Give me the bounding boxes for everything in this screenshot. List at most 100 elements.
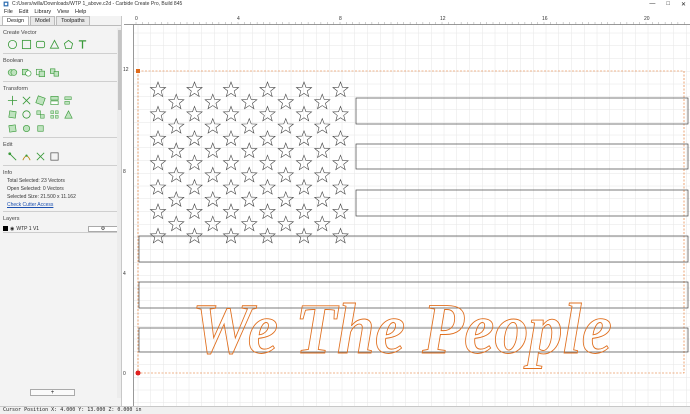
star-field [149,81,349,244]
layer-color-swatch[interactable] [3,226,8,231]
transform-tools-row-2 [0,109,121,120]
offset-icon[interactable] [49,151,60,162]
star-shape [222,227,240,244]
align-icon[interactable] [63,95,74,106]
maximize-button[interactable]: □ [666,1,670,7]
mirror-icon[interactable] [49,95,60,106]
rounded-rect-icon[interactable] [35,39,46,50]
ruler-top: 0 4 8 12 16 20 [124,16,690,25]
intersect-icon[interactable] [35,67,46,78]
star-shape [259,154,276,171]
text-icon[interactable] [77,39,88,50]
menu-help[interactable]: Help [75,9,86,15]
panel-scrollbar-thumb[interactable] [118,30,121,110]
divider [3,137,118,138]
star-shape [240,166,258,183]
rectangle-icon[interactable] [21,39,32,50]
star-shape [204,142,222,159]
check-cutter-access-link[interactable]: Check Cutter Access [0,202,121,208]
star-shape [332,129,349,146]
polyline-icon[interactable] [63,39,74,50]
ruler-top-ticks [135,22,685,25]
transform-tools-row-1 [0,95,121,106]
section-info: Info [3,170,13,176]
origin-marker [135,370,141,376]
panel-tabs: Design Model Toolpaths [0,16,121,26]
divider [3,165,118,166]
star-shape [332,203,349,220]
move-icon[interactable] [7,95,18,106]
ruler-left: 12 8 4 0 [122,25,134,406]
star-shape [240,215,258,232]
star-shape [222,178,240,195]
star-shape [313,93,331,110]
menu-edit[interactable]: Edit [19,9,28,15]
tab-design[interactable]: Design [2,16,30,25]
scissors-icon[interactable] [35,151,46,162]
create-vector-tools [0,39,121,50]
tab-model[interactable]: Model [30,16,56,25]
gear-icon: ⚙ [100,225,106,232]
app-logo-icon [3,1,9,7]
group-icon[interactable] [35,109,46,120]
design-panel: Design Model Toolpaths Create Vector Boo… [0,16,122,406]
window-title: C:/Users/willa/Downloads/WTP 1_above.c2d… [12,1,183,7]
canvas-drawing[interactable]: We The People [134,25,690,406]
star-shape [259,203,276,220]
section-transform: Transform [3,86,28,92]
array-icon[interactable] [49,109,60,120]
node-icon[interactable] [7,123,18,134]
star-shape [204,93,222,110]
menu-file[interactable]: File [4,9,13,15]
circle-icon[interactable] [7,39,18,50]
window-controls: — □ ✕ [649,0,686,8]
info-total-selected: Total Selected: 23 Vectors [7,178,65,184]
ruler-left-label: 4 [123,271,126,277]
section-edit: Edit [3,142,13,148]
star-shape [313,142,331,159]
polygon-icon[interactable] [49,39,60,50]
add-layer-button[interactable]: + [30,389,75,396]
boolean-tools [0,67,121,78]
layer-settings-button[interactable]: ⚙ [88,225,118,232]
weld-icon[interactable] [49,67,60,78]
node-edit-icon[interactable] [7,151,18,162]
menu-library[interactable]: Library [34,9,51,15]
star-shape [222,203,240,220]
star-shape [259,105,276,122]
ruler-top-label: 20 [644,16,650,22]
divider [3,211,118,212]
trim-icon[interactable] [21,151,32,162]
path-icon[interactable] [21,123,32,134]
tab-toolpaths[interactable]: Toolpaths [56,16,90,25]
close-button[interactable]: ✕ [681,1,686,8]
star-shape [240,117,258,134]
star-shape [204,215,222,232]
we-the-people-label: We The People [192,289,612,369]
edit-tools [0,151,121,162]
scale-icon[interactable] [21,95,32,106]
ruler-left-label: 0 [123,371,126,377]
eye-icon[interactable]: ◉ [10,226,14,232]
rotate-free-icon[interactable] [7,109,18,120]
design-canvas[interactable]: We The People [134,25,690,406]
layer-row[interactable]: ◉ WTP 1 V1 ⚙ [3,225,118,233]
union-icon[interactable] [7,67,18,78]
join-icon[interactable] [35,123,46,134]
ruler-top-label: 8 [339,16,342,22]
ungroup-icon[interactable] [63,109,74,120]
minimize-button[interactable]: — [649,1,655,7]
star-shape [240,142,258,159]
ruler-left-label: 12 [123,67,129,73]
distribute-icon[interactable] [21,109,32,120]
rotate-icon[interactable] [35,95,46,106]
star-shape [259,227,276,244]
we-the-people-text: We The People [192,289,613,370]
star-shape [259,129,276,146]
transform-tools-row-3 [0,123,121,134]
subtract-icon[interactable] [21,67,32,78]
menu-view[interactable]: View [57,9,69,15]
section-layers: Layers [3,216,20,222]
section-boolean: Boolean [3,58,24,64]
star-shape [313,190,331,207]
